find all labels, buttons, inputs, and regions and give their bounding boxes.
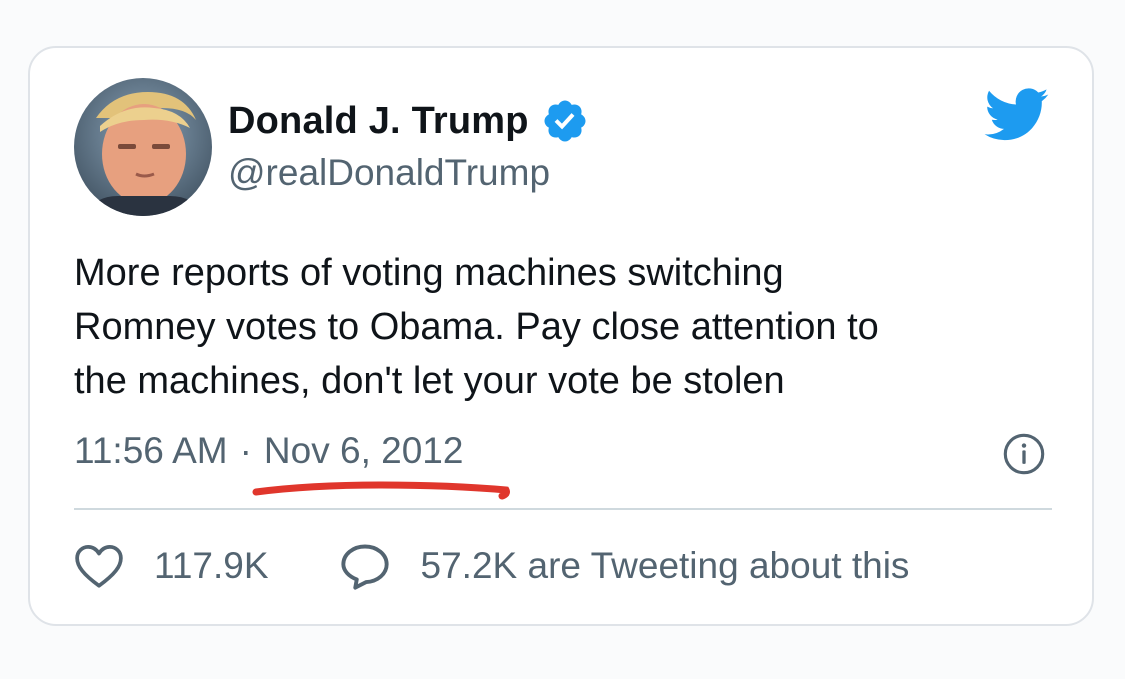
tweet-time[interactable]: 11:56 AM	[74, 430, 228, 471]
tweet-timestamp[interactable]: 11:56 AM · Nov 6, 2012	[74, 430, 510, 500]
separator-dot: ·	[239, 430, 252, 471]
tweet-actions: 117.9K 57.2K are Tweeting about this	[74, 542, 909, 590]
heart-icon[interactable]	[74, 543, 124, 589]
info-icon[interactable]	[1002, 432, 1046, 476]
twitter-bird-icon[interactable]	[984, 88, 1050, 142]
tweet-date[interactable]: Nov 6, 2012	[264, 430, 464, 471]
divider	[74, 508, 1052, 510]
red-underline-annotation	[252, 481, 510, 500]
tweet-text: More reports of voting machines switchin…	[74, 252, 879, 402]
author-name[interactable]: Donald J. Trump	[228, 100, 529, 143]
tweet-card[interactable]: Donald J. Trump @realDonaldTrump More re…	[28, 46, 1094, 626]
speech-bubble-icon[interactable]	[339, 542, 391, 590]
like-count[interactable]: 117.9K	[154, 545, 269, 587]
author-handle[interactable]: @realDonaldTrump	[228, 152, 550, 194]
conversation-link[interactable]: 57.2K are Tweeting about this	[421, 545, 910, 587]
avatar[interactable]	[74, 78, 212, 216]
verified-badge-icon	[544, 100, 586, 142]
